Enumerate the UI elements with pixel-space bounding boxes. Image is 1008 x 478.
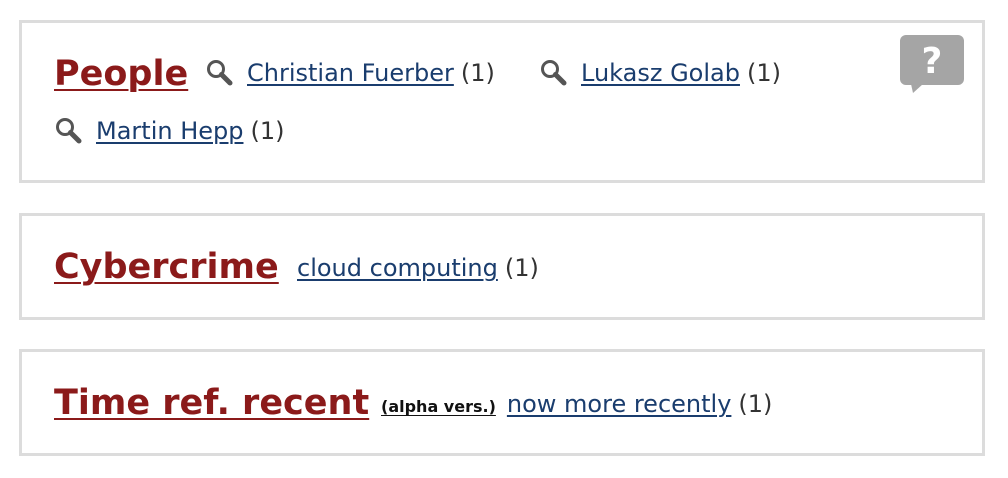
people-section: People Christian Fuerber (1) Lukasz Gola… bbox=[19, 20, 985, 183]
cybercrime-heading-link[interactable]: Cybercrime bbox=[54, 250, 279, 285]
item-count: (1) bbox=[746, 59, 781, 87]
item-count: (1) bbox=[460, 59, 495, 87]
time-item-now-more-recently: (alpha vers.) now more recently (1) bbox=[381, 392, 772, 416]
item-count: (1) bbox=[504, 254, 539, 282]
time-ref-heading-link[interactable]: Time ref. recent bbox=[54, 386, 369, 421]
alpha-version-badge[interactable]: (alpha vers.) bbox=[381, 399, 496, 415]
item-count: (1) bbox=[250, 117, 285, 145]
time-ref-section: Time ref. recent (alpha vers.) now more … bbox=[19, 349, 985, 456]
person-item-christian-fuerber: Christian Fuerber (1) bbox=[205, 59, 495, 89]
item-count: (1) bbox=[738, 390, 773, 418]
topic-link[interactable]: cloud computing bbox=[297, 256, 498, 280]
person-link[interactable]: Christian Fuerber bbox=[247, 61, 454, 85]
help-question-mark: ? bbox=[922, 41, 943, 82]
topic-item-cloud-computing: cloud computing (1) bbox=[297, 256, 539, 280]
time-link[interactable]: now more recently bbox=[507, 392, 732, 416]
person-item-lukasz-golab: Lukasz Golab (1) bbox=[539, 59, 781, 89]
search-icon[interactable] bbox=[539, 59, 571, 87]
help-question-icon[interactable]: ? bbox=[899, 34, 965, 94]
cybercrime-section: Cybercrime cloud computing (1) bbox=[19, 213, 985, 320]
search-icon[interactable] bbox=[54, 117, 86, 145]
person-link[interactable]: Martin Hepp bbox=[96, 119, 243, 143]
people-heading-link[interactable]: People bbox=[54, 57, 188, 92]
person-link[interactable]: Lukasz Golab bbox=[581, 61, 740, 85]
person-item-martin-hepp: Martin Hepp (1) bbox=[54, 117, 285, 147]
search-icon[interactable] bbox=[205, 59, 237, 87]
